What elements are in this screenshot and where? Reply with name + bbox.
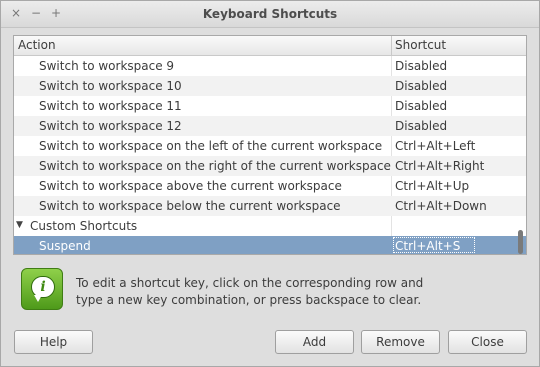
keyboard-shortcuts-dialog: × − + Keyboard Shortcuts Action Shortcut… [0, 0, 540, 367]
action-cell: Switch to workspace 10 [39, 79, 182, 93]
action-cell: Switch to workspace on the right of the … [39, 159, 391, 173]
table-row-selected[interactable]: Suspend Ctrl+Alt+S [14, 236, 526, 254]
action-cell: Suspend [39, 239, 91, 253]
table-row[interactable]: Switch to workspace on the right of the … [14, 156, 526, 176]
column-header-action[interactable]: Action [18, 38, 56, 52]
group-row-custom-shortcuts[interactable]: ▼ Custom Shortcuts [14, 216, 526, 236]
column-divider[interactable] [391, 36, 392, 55]
shortcut-cell[interactable]: Disabled [395, 119, 447, 133]
window-title: Keyboard Shortcuts [202, 7, 338, 21]
table-row[interactable]: Switch to workspace on the left of the c… [14, 136, 526, 156]
shortcut-cell[interactable]: Ctrl+Alt+Right [395, 159, 484, 173]
action-cell: Switch to workspace 9 [39, 59, 175, 73]
help-button[interactable]: Help [14, 330, 93, 354]
shortcut-cell[interactable]: Ctrl+Alt+Left [395, 139, 475, 153]
shortcut-cell[interactable]: Disabled [395, 79, 447, 93]
list-header: Action Shortcut [14, 36, 526, 56]
column-header-shortcut[interactable]: Shortcut [395, 38, 446, 52]
group-label: Custom Shortcuts [30, 219, 138, 233]
shortcuts-list[interactable]: Action Shortcut Switch to workspace 9 Di… [13, 35, 527, 255]
scrollbar-thumb[interactable] [518, 230, 523, 254]
table-row[interactable]: Switch to workspace 9 Disabled [14, 56, 526, 76]
action-cell: Switch to workspace on the left of the c… [39, 139, 383, 153]
action-cell: Switch to workspace above the current wo… [39, 179, 342, 193]
table-row[interactable]: Switch to workspace above the current wo… [14, 176, 526, 196]
expander-triangle-icon[interactable]: ▼ [16, 220, 23, 230]
table-row[interactable]: Switch to workspace below the current wo… [14, 196, 526, 216]
table-row[interactable]: Switch to workspace 12 Disabled [14, 116, 526, 136]
shortcut-cell[interactable]: Disabled [395, 99, 447, 113]
info-bubble-tail [34, 295, 42, 302]
action-cell: Switch to workspace 12 [39, 119, 182, 133]
shortcut-cell[interactable]: Disabled [395, 59, 447, 73]
add-button[interactable]: Add [275, 330, 354, 354]
list-rows: Switch to workspace 9 Disabled Switch to… [14, 56, 526, 254]
help-instructions: To edit a shortcut key, click on the cor… [76, 276, 424, 307]
close-button[interactable]: Close [448, 330, 527, 354]
title-bar: × − + Keyboard Shortcuts [1, 1, 539, 28]
action-cell: Switch to workspace below the current wo… [39, 199, 341, 213]
remove-button[interactable]: Remove [361, 330, 440, 354]
action-cell: Switch to workspace 11 [39, 99, 182, 113]
table-row[interactable]: Switch to workspace 10 Disabled [14, 76, 526, 96]
shortcut-cell[interactable]: Ctrl+Alt+S [395, 239, 460, 253]
shortcut-cell[interactable]: Ctrl+Alt+Down [395, 199, 487, 213]
shortcut-cell[interactable]: Ctrl+Alt+Up [395, 179, 469, 193]
table-row[interactable]: Switch to workspace 11 Disabled [14, 96, 526, 116]
info-icon: i [21, 268, 63, 310]
